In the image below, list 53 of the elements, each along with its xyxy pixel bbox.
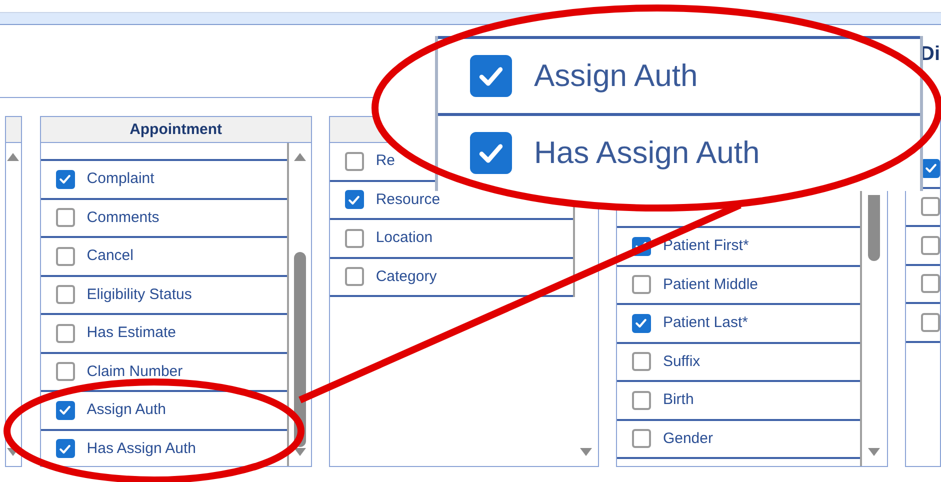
checkbox[interactable]: [56, 285, 75, 304]
option-label: Has Estimate: [86, 323, 176, 343]
checkbox[interactable]: [632, 275, 651, 294]
scroll-down-icon[interactable]: [868, 448, 880, 456]
checkbox[interactable]: [56, 324, 75, 343]
option-label: Claim Number: [86, 362, 183, 382]
scroll-down-icon[interactable]: [580, 448, 592, 456]
checkbox[interactable]: [632, 352, 651, 372]
checkbox[interactable]: [470, 132, 512, 174]
check-icon: [924, 161, 938, 176]
option-label: Eligibility Status: [86, 284, 192, 304]
checkbox[interactable]: [921, 312, 940, 332]
check-icon: [58, 403, 72, 418]
option-label: Location: [376, 228, 433, 248]
checkbox[interactable]: [56, 170, 75, 189]
scroll-up-icon[interactable]: [7, 153, 20, 161]
checkbox[interactable]: [344, 152, 364, 171]
option-label: Has Assign Auth: [86, 438, 196, 458]
option-label: Complaint: [86, 169, 154, 189]
check-icon: [58, 172, 72, 186]
option-label: Re: [376, 151, 396, 171]
checkbox[interactable]: [632, 429, 651, 448]
option-label: Has Assign Auth: [534, 134, 760, 172]
scrollbar-thumb[interactable]: [868, 195, 880, 261]
option-label: Patient Last*: [662, 313, 748, 333]
checkbox[interactable]: [632, 390, 651, 410]
check-icon: [634, 316, 648, 330]
checkbox[interactable]: [921, 236, 940, 255]
checkbox[interactable]: [56, 246, 75, 266]
checkbox[interactable]: [56, 439, 75, 458]
checkbox[interactable]: [56, 208, 75, 228]
option-label: Comments: [86, 208, 160, 228]
option-label: Cancel: [86, 246, 134, 266]
option-label: Suffix: [662, 352, 700, 372]
scroll-up-icon[interactable]: [294, 153, 306, 161]
checkbox[interactable]: [344, 267, 364, 286]
checkbox[interactable]: [56, 400, 75, 420]
checkbox[interactable]: [344, 228, 364, 248]
checkbox[interactable]: [344, 190, 364, 210]
option-label: Category: [376, 266, 437, 286]
option-label: Gender: [662, 428, 713, 448]
checkbox[interactable]: [921, 274, 940, 294]
option-label: Assign Auth: [534, 56, 698, 95]
checkbox[interactable]: [470, 55, 512, 97]
checkbox[interactable]: [632, 314, 651, 333]
option-label: Resource: [376, 190, 440, 210]
option-label: Birth: [662, 390, 694, 410]
option-label: Patient Middle: [662, 274, 758, 294]
checkbox[interactable]: [56, 362, 75, 382]
panel-header: Appointment: [40, 117, 311, 143]
option-label: Assign Auth: [86, 400, 166, 420]
option-label: Patient First*: [662, 236, 749, 256]
checkbox[interactable]: [921, 197, 940, 216]
